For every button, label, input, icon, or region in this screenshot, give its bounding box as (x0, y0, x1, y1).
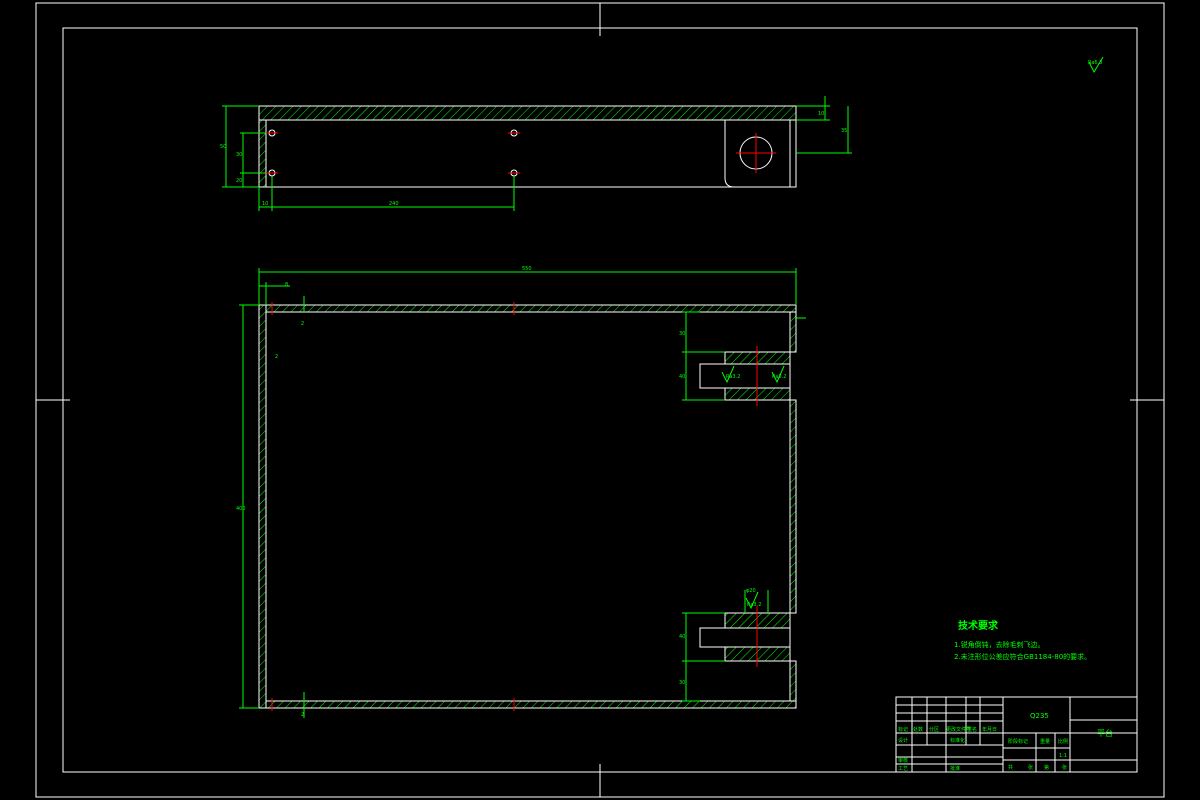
tb-approve: 批准 (950, 765, 960, 772)
outer-border (35, 2, 1165, 798)
dim-front-top-slot-gap: 30 (679, 331, 685, 337)
front-view-hatch-bottom (265, 700, 797, 709)
lower-slot (699, 606, 791, 667)
tb-design: 设计 (898, 737, 908, 744)
tb-weight: 重量 (1040, 738, 1050, 745)
lower-slot-opening (699, 627, 791, 648)
tb-scale: 1:1 (1059, 753, 1067, 759)
tb-review: 审核 (898, 757, 908, 764)
dim-front-bottom-slot-gap: 30 (679, 680, 685, 686)
technical-requirements: 技术要求 1.锐角倒钝，去除毛刺飞边。 2.未注形位公差应符合GB1184-80… (954, 619, 1091, 661)
tb-label-mark: 标记 (898, 726, 908, 733)
title-block: 标记 处数 分区 更改文件号 签名 年月日 设计 标准化 审核 工艺 批准 Q2… (895, 696, 1138, 773)
dim-top-height-upper: 30 (236, 152, 242, 158)
tb-label-signature: 签名 (967, 726, 977, 733)
front-view-hatch-right-upper (789, 311, 797, 353)
tb-sheet-label: 张 (1028, 764, 1033, 771)
dim-front-side-mark: 2 (275, 354, 278, 360)
mount-holes (266, 129, 520, 177)
tb-label-date: 年月日 (982, 726, 997, 733)
dim-top-boss-small: 10 (818, 111, 824, 117)
top-view-hatch-left (258, 119, 267, 188)
dim-front-top-slot-height: 40 (679, 374, 685, 380)
sheet-frame (35, 2, 1165, 798)
dim-top-height-total: 50 (220, 144, 226, 150)
tb-sheet-total: 共 (1008, 764, 1013, 771)
tb-ratio: 比例 (1058, 738, 1068, 745)
roughness-top-slot: Ra3.2 (726, 374, 740, 380)
tb-standardization: 标准化 (950, 737, 965, 744)
dim-front-bottom-slot-height: 40 (679, 634, 685, 640)
tech-req-line-1: 1.锐角倒钝，去除毛刺飞边。 (954, 640, 1045, 649)
dim-top-boss-large: 35 (841, 128, 847, 134)
front-view-hatch-right-lower (789, 660, 797, 702)
tb-sheet-no-label: 张 (1062, 764, 1067, 771)
tb-part-name: 平台 (1097, 728, 1113, 738)
roughness-top-slot-end: Ra3.2 (772, 374, 786, 380)
roughness-value: Ra6.3 (1088, 60, 1102, 66)
dim-front-corner-mark: 2 (301, 712, 304, 718)
dim-top-left-offset: 10 (262, 201, 268, 207)
top-view-hatch-top (258, 105, 797, 121)
tb-label-count: 处数 (913, 726, 923, 733)
tb-sheet-no: 第 (1044, 764, 1049, 771)
tb-label-zone: 分区 (929, 726, 939, 733)
dim-top-hole-spacing: 240 (389, 201, 399, 207)
front-view-hatch-top (265, 304, 797, 313)
tech-req-line-2: 2.未注形位公差应符合GB1184-80的要求。 (954, 652, 1091, 661)
top-view: 50 30 20 10 240 10 35 (220, 96, 852, 211)
roughness-bottom-slot: Ra3.2 (747, 602, 761, 608)
dim-front-bottom-slot-width: φ20 (746, 588, 756, 594)
dim-front-height-total: 400 (236, 506, 246, 512)
roughness-symbol-general: Ra6.3 (1088, 56, 1104, 74)
front-view-hatch-right-mid (789, 399, 797, 614)
dim-front-top-gap: 2 (301, 321, 304, 327)
tb-material: Q235 (1030, 712, 1049, 720)
dim-top-height-lower: 20 (236, 178, 242, 184)
front-view-hatch-left (258, 304, 267, 709)
tb-process: 工艺 (898, 766, 908, 772)
front-view: 550 8 400 2 2 30 40 Ra3.2 Ra3.2 φ20 Ra3.… (236, 266, 806, 718)
dim-front-wall: 8 (285, 282, 288, 288)
cad-drawing-canvas: Ra6.3 50 30 20 10 240 10 35 550 8 400 2 … (35, 2, 1165, 798)
dim-front-width-total: 550 (522, 266, 532, 272)
tech-req-title: 技术要求 (958, 619, 999, 632)
tb-stage-mark: 阶段标记 (1008, 738, 1028, 745)
front-view-dimensions (239, 268, 806, 718)
top-view-body (265, 119, 797, 188)
